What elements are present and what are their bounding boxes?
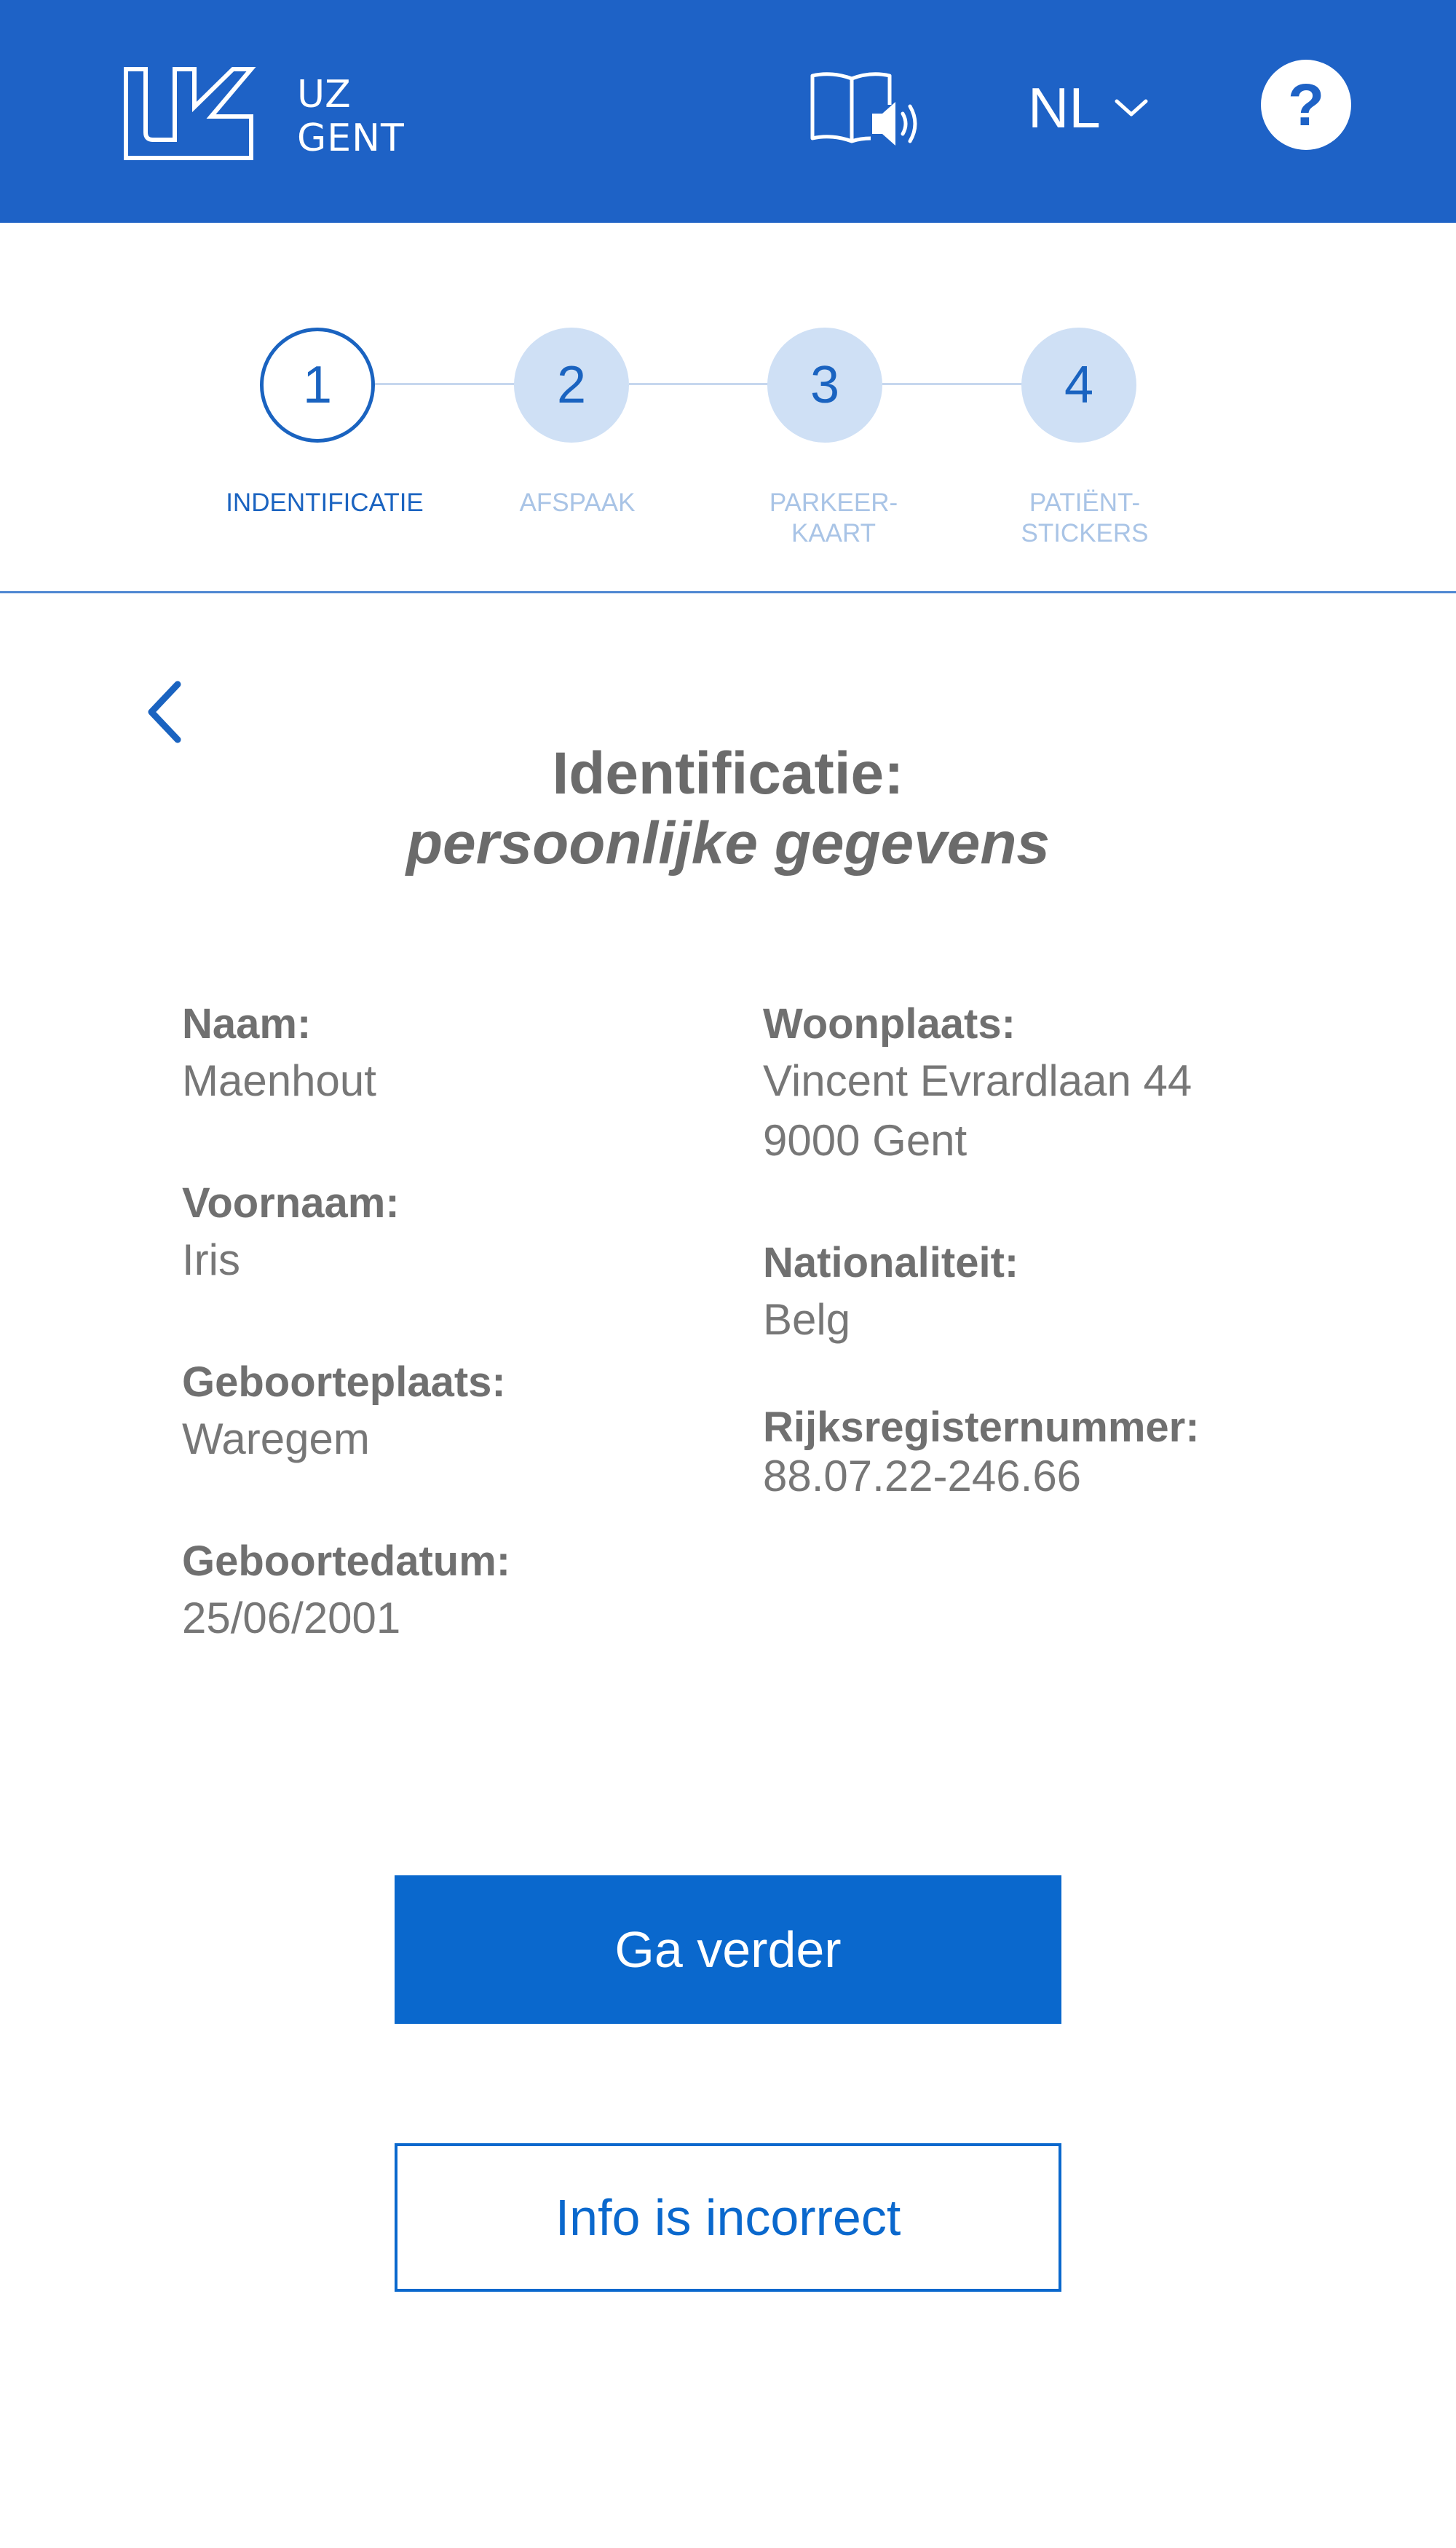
page-title: Identificatie: persoonlijke gegevens [0, 739, 1456, 879]
chevron-down-icon [1115, 99, 1148, 116]
logo-text-uz: UZ [297, 73, 352, 116]
step-connector [629, 383, 769, 385]
field-label: Woonplaats: [763, 1000, 1016, 1048]
help-icon[interactable]: ? [1261, 60, 1351, 150]
field-label: Geboorteplaats: [182, 1358, 506, 1406]
step-4-label: PATIËNT- STICKERS [1021, 488, 1149, 547]
field-value-city: 9000 Gent [763, 1116, 968, 1165]
field-value: 25/06/2001 [182, 1594, 401, 1642]
field-nationaliteit: Nationaliteit: Belg [763, 1236, 1018, 1350]
field-rijksregisternummer: Rijksregisternummer: 88.07.22-246.66 [763, 1401, 1200, 1498]
step-number: 2 [556, 356, 587, 414]
step-3-label: PARKEER- KAART [769, 488, 898, 547]
title-subtitle: persoonlijke gegevens [405, 810, 1051, 877]
progress-stepper: 1 2 3 4 INDENTIFICATIE AFSPAAK PARKEER- … [0, 223, 1456, 594]
logo-text: UZ GENT [297, 73, 405, 160]
field-label: Rijksregisternummer: [763, 1404, 1200, 1451]
field-value: Iris [182, 1235, 240, 1284]
field-geboortedatum: Geboortedatum: 25/06/2001 [182, 1535, 510, 1648]
step-1-label: INDENTIFICATIE [226, 488, 424, 517]
field-voornaam: Voornaam: Iris [182, 1176, 400, 1290]
step-2-label: AFSPAAK [519, 488, 636, 517]
app-header: UZ GENT NL ? [0, 0, 1456, 223]
step-3-circle: 3 [767, 328, 882, 443]
title-main: Identificatie: [552, 740, 904, 807]
field-value: Maenhout [182, 1056, 376, 1105]
field-label: Naam: [182, 1000, 312, 1048]
language-selector[interactable]: NL [1028, 73, 1149, 143]
step-4-circle: 4 [1021, 328, 1136, 443]
language-label: NL [1028, 76, 1101, 140]
step-connector [375, 383, 518, 385]
field-geboorteplaats: Geboorteplaats: Waregem [182, 1356, 506, 1469]
svg-text:?: ? [1288, 72, 1324, 138]
field-label: Nationaliteit: [763, 1239, 1019, 1286]
logo-text-gent: GENT [297, 116, 405, 160]
step-number: 3 [810, 356, 840, 414]
field-naam: Naam: Maenhout [182, 997, 376, 1111]
step-number: 1 [302, 356, 333, 414]
continue-button[interactable]: Ga verder [395, 1875, 1061, 2024]
field-value: Waregem [182, 1415, 370, 1463]
step-number: 4 [1064, 356, 1094, 414]
info-incorrect-button[interactable]: Info is incorrect [395, 2143, 1061, 2292]
field-label: Geboortedatum: [182, 1538, 511, 1585]
step-connector [882, 383, 1025, 385]
field-value-street: Vincent Evrardlaan 44 [763, 1056, 1192, 1105]
divider [0, 591, 1456, 593]
back-chevron-icon[interactable] [143, 677, 186, 747]
step-2-circle: 2 [514, 328, 629, 443]
field-woonplaats: Woonplaats: Vincent Evrardlaan 44 9000 G… [763, 997, 1192, 1171]
field-value: Belg [763, 1295, 851, 1344]
read-aloud-icon[interactable] [810, 70, 920, 151]
field-value: 88.07.22-246.66 [763, 1452, 1082, 1500]
field-label: Voornaam: [182, 1179, 400, 1227]
step-1-circle: 1 [260, 328, 375, 443]
